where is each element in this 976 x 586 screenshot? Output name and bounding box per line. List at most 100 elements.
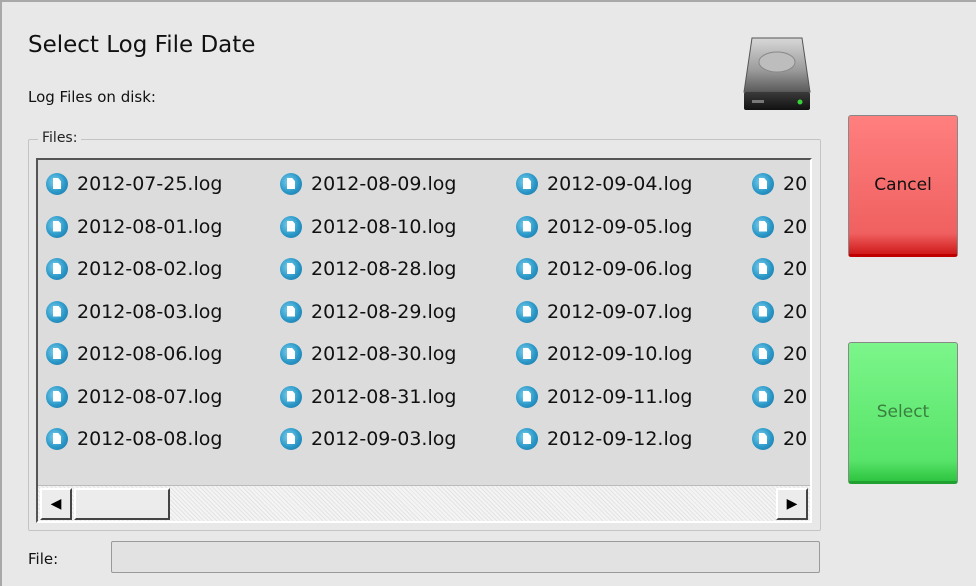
file-name: 2012-08-07.log — [77, 385, 223, 408]
file-list-viewport: 2012-07-25.log 2012-08-01.log 2012-08-02.l… — [38, 160, 810, 485]
scroll-right-button[interactable]: ▶ — [776, 488, 808, 520]
file-icon — [516, 428, 538, 450]
file-icon — [280, 215, 302, 238]
file-icon — [280, 428, 302, 450]
file-icon — [46, 173, 68, 195]
file-icon — [280, 343, 302, 365]
file-name: 2012-08-03.log — [77, 300, 223, 323]
dialog-title: Select Log File Date — [28, 32, 256, 58]
file-list-item[interactable]: 2012-08-06.log — [46, 334, 222, 374]
file-icon — [752, 173, 774, 195]
file-list-item[interactable]: 2012-08-30.log — [280, 334, 456, 374]
file-list[interactable]: 2012-07-25.log 2012-08-01.log 2012-08-02.l… — [36, 158, 812, 523]
file-list-item[interactable]: 2012-09-10.log — [516, 334, 692, 374]
file-name: 20 — [783, 173, 808, 195]
hard-disk-icon — [743, 37, 811, 110]
file-list-item[interactable]: 2012-09-07.log — [516, 292, 692, 332]
file-name: 20 — [783, 215, 808, 238]
file-name: 2012-08-10.log — [311, 215, 457, 238]
file-name: 2012-08-31.log — [311, 385, 457, 408]
file-icon — [46, 343, 68, 365]
file-name: 2012-08-06.log — [77, 343, 223, 365]
scroll-left-button[interactable]: ◀ — [40, 488, 72, 520]
file-icon — [46, 258, 68, 280]
file-list-item[interactable]: 2012-07-25.log — [46, 164, 222, 204]
file-list-item[interactable]: 2012-09-06.log — [516, 249, 692, 289]
file-name: 2012-08-09.log — [311, 173, 457, 195]
file-icon — [752, 343, 774, 365]
file-icon — [752, 428, 774, 450]
file-icon — [46, 428, 68, 450]
file-icon — [280, 173, 302, 195]
file-name: 20 — [783, 428, 808, 450]
file-name: 2012-08-02.log — [77, 258, 223, 280]
select-button[interactable]: Select — [848, 342, 958, 484]
cancel-button[interactable]: Cancel — [848, 115, 958, 257]
file-name: 2012-09-12.log — [547, 428, 693, 450]
file-list-item[interactable]: 2012-09-05.log — [516, 207, 692, 247]
file-icon — [516, 385, 538, 408]
file-name: 2012-08-08.log — [77, 428, 223, 450]
file-name: 20 — [783, 300, 808, 323]
file-icon — [46, 300, 68, 323]
file-icon — [46, 215, 68, 238]
files-legend: Files: — [38, 130, 82, 146]
file-name: 2012-09-10.log — [547, 343, 693, 365]
file-name: 2012-08-01.log — [77, 215, 223, 238]
file-name: 2012-08-28.log — [311, 258, 457, 280]
file-list-item[interactable]: 2012-08-10.log — [280, 207, 456, 247]
file-name: 2012-08-30.log — [311, 343, 457, 365]
file-list-item[interactable]: 2012-09-12.log — [516, 419, 692, 459]
file-list-item[interactable]: 20 — [752, 334, 807, 374]
file-list-item[interactable]: 20 — [752, 249, 807, 289]
file-icon — [280, 258, 302, 280]
left-arrow-icon: ◀ — [50, 496, 62, 512]
file-icon — [516, 215, 538, 238]
file-list-item[interactable]: 2012-08-02.log — [46, 249, 222, 289]
dialog-subtitle: Log Files on disk: — [28, 88, 156, 106]
file-icon — [46, 385, 68, 408]
file-list-item[interactable]: 2012-08-28.log — [280, 249, 456, 289]
file-name: 20 — [783, 385, 808, 408]
file-icon — [752, 258, 774, 280]
file-name: 20 — [783, 258, 808, 280]
file-icon — [516, 300, 538, 323]
file-icon — [752, 300, 774, 323]
file-icon — [516, 343, 538, 365]
file-name: 2012-07-25.log — [77, 173, 223, 195]
file-icon — [752, 385, 774, 408]
file-name: 2012-09-07.log — [547, 300, 693, 323]
select-log-file-dialog: Select Log File Date Log Files on disk: … — [0, 0, 976, 586]
right-arrow-icon: ▶ — [786, 496, 798, 512]
file-name: 2012-09-05.log — [547, 215, 693, 238]
file-list-item[interactable]: 2012-08-29.log — [280, 292, 456, 332]
file-icon — [516, 258, 538, 280]
file-icon — [752, 215, 774, 238]
file-list-item[interactable]: 2012-08-08.log — [46, 419, 222, 459]
file-list-item[interactable]: 2012-09-11.log — [516, 377, 692, 417]
file-list-item[interactable]: 2012-08-01.log — [46, 207, 222, 247]
file-list-item[interactable]: 2012-08-07.log — [46, 377, 222, 417]
file-icon — [280, 300, 302, 323]
file-list-item[interactable]: 2012-09-04.log — [516, 164, 692, 204]
file-name: 20 — [783, 343, 808, 365]
file-name: 2012-09-03.log — [311, 428, 457, 450]
file-list-item[interactable]: 20 — [752, 292, 807, 332]
file-icon — [516, 173, 538, 195]
scrollbar-thumb[interactable] — [74, 488, 170, 520]
file-list-item[interactable]: 20 — [752, 377, 807, 417]
file-list-item[interactable]: 20 — [752, 164, 807, 204]
file-list-item[interactable]: 2012-08-03.log — [46, 292, 222, 332]
file-name: 2012-09-11.log — [547, 385, 693, 408]
file-list-item[interactable]: 2012-09-03.log — [280, 419, 456, 459]
file-list-item[interactable]: 2012-08-09.log — [280, 164, 456, 204]
file-name: 2012-09-04.log — [547, 173, 693, 195]
file-name: 2012-08-29.log — [311, 300, 457, 323]
file-label: File: — [28, 550, 59, 568]
file-icon — [280, 385, 302, 408]
file-list-item[interactable]: 2012-08-31.log — [280, 377, 456, 417]
file-list-item[interactable]: 20 — [752, 207, 807, 247]
file-list-item[interactable]: 20 — [752, 419, 807, 459]
horizontal-scrollbar[interactable]: ◀ ▶ — [38, 485, 810, 521]
file-field[interactable] — [111, 541, 820, 573]
